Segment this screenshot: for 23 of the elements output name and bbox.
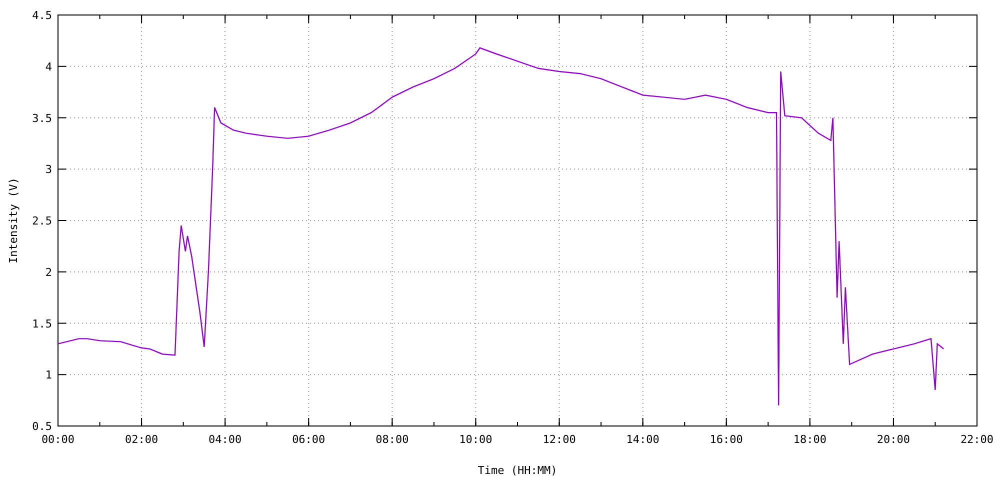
axis-title: Time (HH:MM) <box>478 464 558 477</box>
tick-label: 4 <box>45 60 52 74</box>
tick-label: 10:00 <box>459 433 492 446</box>
tick-label: 14:00 <box>626 433 660 446</box>
tick-label: 00:00 <box>41 433 75 446</box>
tick-label: 1.5 <box>32 317 52 330</box>
tick-label: 2 <box>45 266 52 279</box>
tick-label: 0.5 <box>32 420 52 433</box>
tick-label: 3 <box>45 163 52 176</box>
tick-label: 2.5 <box>32 214 52 228</box>
tick-label: 1 <box>45 368 52 382</box>
tick-label: 06:00 <box>292 433 326 446</box>
tick-label: 08:00 <box>376 433 409 446</box>
tick-label: 18:00 <box>793 433 826 446</box>
tick-label: 04:00 <box>208 433 242 446</box>
tick-label: 3.5 <box>32 112 52 125</box>
axis-title: Intensity (V) <box>7 177 20 264</box>
tick-label: 20:00 <box>876 433 910 446</box>
tick-label: 16:00 <box>710 433 743 446</box>
tick-label: 22:00 <box>960 433 994 446</box>
tick-label: 12:00 <box>542 433 576 446</box>
tick-label: 4.5 <box>32 9 52 22</box>
tick-label: 02:00 <box>124 433 158 446</box>
